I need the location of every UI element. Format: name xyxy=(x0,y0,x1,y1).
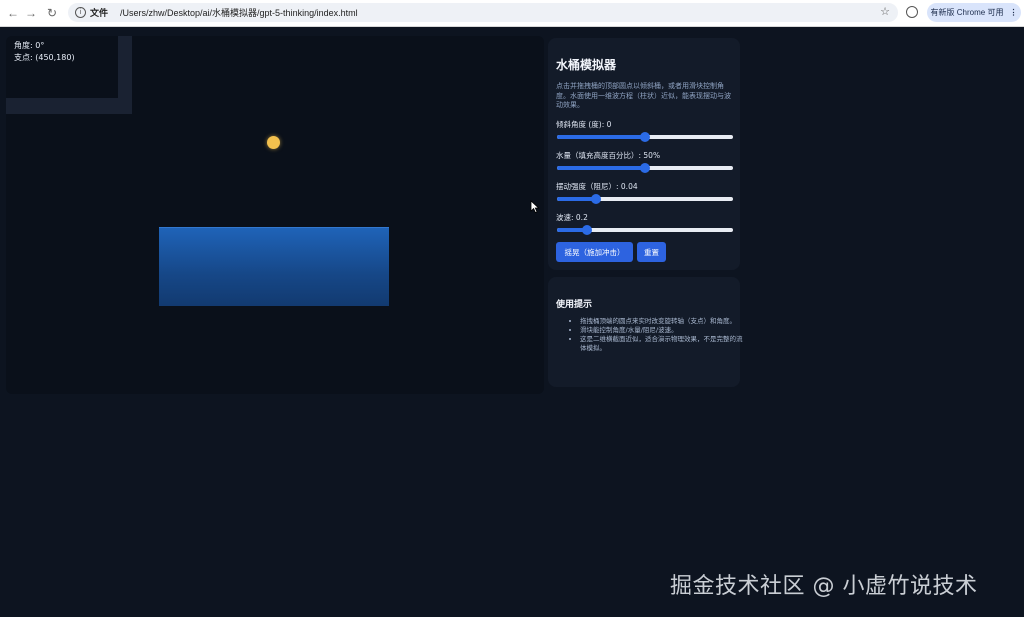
shake-button[interactable]: 摇晃（施加冲击） xyxy=(556,242,633,262)
damping-slider[interactable] xyxy=(557,194,733,204)
list-item: 滑块能控制角度/水量/阻尼/波速。 xyxy=(580,326,748,335)
control-panel: 水桶模拟器 点击并拖拽桶的顶部圆点以倾斜桶，或者用滑块控制角度。水面使用一维波方… xyxy=(548,38,740,270)
water-level-slider-label: 水量（填充高度百分比）: 50% xyxy=(556,151,661,160)
panel-description: 点击并拖拽桶的顶部圆点以倾斜桶，或者用滑块控制角度。水面使用一维波方程（柱状）近… xyxy=(556,82,731,109)
list-item: 拖拽桶顶端的圆点来实时改变旋转轴（支点）和角度。 xyxy=(580,317,748,326)
slider-thumb[interactable] xyxy=(640,132,650,142)
update-label: 有新版 Chrome 可用 xyxy=(930,8,1004,17)
url-text[interactable]: /Users/zhw/Desktop/ai/水桶模拟器/gpt-5-thinki… xyxy=(120,6,358,19)
angle-readout: 角度: 0° xyxy=(14,41,45,50)
water-level-slider[interactable] xyxy=(557,163,733,173)
angle-slider-label: 倾斜角度 (度): 0 xyxy=(556,120,612,129)
hud-overlay: 角度: 0° 支点: (450,180) xyxy=(14,40,75,64)
info-icon[interactable]: i xyxy=(75,7,86,18)
tips-list: 拖拽桶顶端的圆点来实时改变旋转轴（支点）和角度。 滑块能控制角度/水量/阻尼/波… xyxy=(570,317,748,353)
container-floor xyxy=(6,98,132,114)
tips-title: 使用提示 xyxy=(556,300,593,310)
forward-icon[interactable]: → xyxy=(20,2,42,24)
slider-thumb[interactable] xyxy=(640,163,650,173)
tips-panel: 使用提示 拖拽桶顶端的圆点来实时改变旋转轴（支点）和角度。 滑块能控制角度/水量… xyxy=(548,277,743,387)
profile-icon[interactable] xyxy=(906,6,918,18)
menu-icon[interactable]: ⋮ xyxy=(1009,8,1017,17)
chrome-update-button[interactable]: 有新版 Chrome 可用 ⋮ xyxy=(927,3,1021,22)
wave-speed-slider[interactable] xyxy=(557,225,733,235)
mouse-cursor-icon xyxy=(530,200,540,214)
address-bar[interactable]: i 文件 /Users/zhw/Desktop/ai/水桶模拟器/gpt-5-t… xyxy=(68,3,898,22)
angle-slider[interactable] xyxy=(557,132,733,142)
slider-thumb[interactable] xyxy=(590,194,601,204)
damping-slider-label: 摆动强度（阻尼）: 0.04 xyxy=(556,182,638,191)
reload-icon[interactable]: ↻ xyxy=(41,2,63,24)
bucket-water xyxy=(159,227,389,306)
panel-title: 水桶模拟器 xyxy=(556,58,617,72)
list-item: 这是二维横截面近似，适合演示物理效果，不是完整的流体模拟。 xyxy=(580,335,748,353)
browser-toolbar: ← → ↻ i 文件 /Users/zhw/Desktop/ai/水桶模拟器/g… xyxy=(0,0,1024,27)
reset-button[interactable]: 重置 xyxy=(637,242,666,262)
simulation-canvas[interactable]: 角度: 0° 支点: (450,180) xyxy=(6,36,544,394)
scheme-label: 文件 xyxy=(90,8,109,18)
slider-thumb[interactable] xyxy=(581,225,592,235)
pivot-readout: 支点: (450,180) xyxy=(14,53,75,62)
wave-speed-slider-label: 波速: 0.2 xyxy=(556,213,588,222)
bucket-drag-handle[interactable] xyxy=(267,136,280,149)
watermark-text: 掘金技术社区 @ 小虚竹说技术 xyxy=(670,574,978,599)
bookmark-star-icon[interactable]: ☆ xyxy=(880,5,890,18)
